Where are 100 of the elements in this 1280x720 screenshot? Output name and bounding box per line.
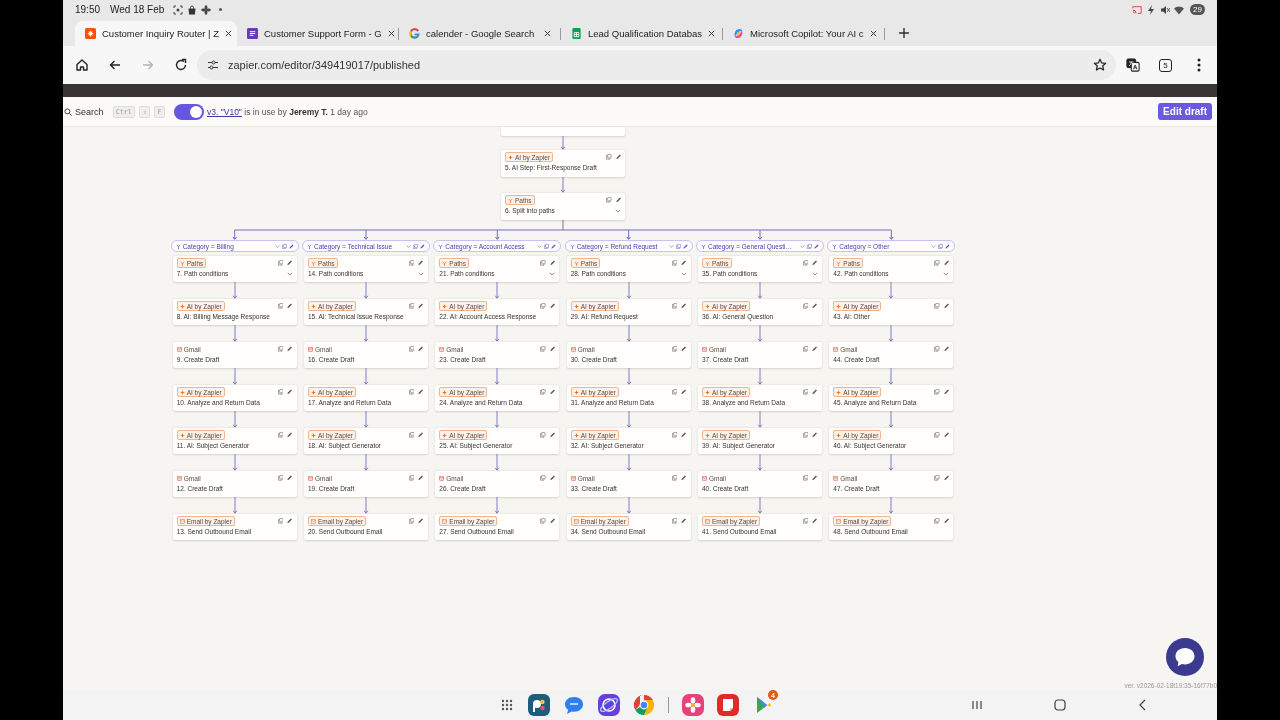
pencil-icon[interactable] xyxy=(812,475,818,481)
tab-count-button[interactable]: 5 xyxy=(1159,58,1172,72)
version-link[interactable]: v3. "V10" xyxy=(207,106,242,117)
pencil-icon[interactable] xyxy=(812,260,818,266)
close-icon[interactable] xyxy=(387,30,395,37)
pencil-icon[interactable] xyxy=(418,475,424,481)
app-tile-icon[interactable] xyxy=(528,694,550,716)
pencil-icon[interactable] xyxy=(812,303,818,309)
plus-icon[interactable] xyxy=(899,28,909,38)
pencil-icon[interactable] xyxy=(549,475,556,481)
pencil-icon[interactable] xyxy=(420,243,425,249)
circle-logo-icon[interactable] xyxy=(633,694,655,716)
connector-arrow xyxy=(756,282,763,299)
flower-icon[interactable] xyxy=(682,694,704,716)
pencil-icon[interactable] xyxy=(615,197,621,203)
connector-arrow xyxy=(560,136,566,150)
pencil-icon[interactable] xyxy=(549,303,556,309)
address-field[interactable]: zapier.com/editor/349419017/published xyxy=(197,50,1116,80)
star-icon[interactable] xyxy=(1093,58,1107,72)
search-icon[interactable] xyxy=(64,107,72,116)
note-icon[interactable] xyxy=(717,694,739,716)
pencil-icon[interactable] xyxy=(549,260,556,266)
edit-draft-button[interactable]: Edit draft xyxy=(1158,103,1212,120)
pencil-icon[interactable] xyxy=(287,303,293,309)
pencil-icon[interactable] xyxy=(945,243,951,249)
pencil-icon[interactable] xyxy=(681,303,687,309)
pencil-icon[interactable] xyxy=(418,260,424,266)
browser-tab[interactable]: Customer Inquiry Router | Z xyxy=(75,21,237,46)
pencil-icon[interactable] xyxy=(943,260,950,266)
pencil-icon[interactable] xyxy=(551,243,557,249)
reload-icon[interactable] xyxy=(173,58,188,72)
pencil-icon[interactable] xyxy=(287,475,293,481)
grid-icon[interactable] xyxy=(501,699,513,711)
pencil-icon[interactable] xyxy=(812,518,818,524)
pencil-icon[interactable] xyxy=(549,518,556,524)
pencil-icon[interactable] xyxy=(549,346,556,352)
pencil-icon[interactable] xyxy=(943,475,950,481)
pencil-icon[interactable] xyxy=(812,389,818,395)
browser-tab[interactable]: Customer Support Form - G xyxy=(237,21,399,46)
chevron-down-icon[interactable] xyxy=(418,271,424,276)
pencil-icon[interactable] xyxy=(288,243,294,249)
pencil-icon[interactable] xyxy=(682,243,688,249)
pencil-icon[interactable] xyxy=(615,154,621,160)
browser-tab[interactable]: Lead Qualification Databas xyxy=(561,21,723,46)
pencil-icon[interactable] xyxy=(418,389,424,395)
pencil-icon[interactable] xyxy=(813,243,819,249)
pencil-icon[interactable] xyxy=(943,432,950,438)
pencil-icon[interactable] xyxy=(418,346,424,352)
pencil-icon[interactable] xyxy=(943,346,950,352)
pencil-icon[interactable] xyxy=(549,432,556,438)
pencil-icon[interactable] xyxy=(943,518,950,524)
pencil-icon[interactable] xyxy=(287,260,293,266)
translate-icon[interactable] xyxy=(1125,58,1140,72)
pencil-icon[interactable] xyxy=(287,346,293,352)
pencil-icon[interactable] xyxy=(681,346,687,352)
browser-tab[interactable]: calender - Google Search xyxy=(399,21,561,46)
pencil-icon[interactable] xyxy=(681,475,687,481)
chat-button[interactable] xyxy=(1166,638,1204,676)
pencil-icon[interactable] xyxy=(681,389,687,395)
connector-arrow xyxy=(231,325,238,342)
pencil-icon[interactable] xyxy=(681,260,687,266)
step-node[interactable] xyxy=(501,127,625,136)
home-icon[interactable] xyxy=(74,58,89,72)
speech-bubble-icon[interactable] xyxy=(563,694,585,716)
chevron-down-icon[interactable] xyxy=(943,271,950,276)
browser-tab[interactable]: Microsoft Copilot: Your AI c xyxy=(723,21,885,46)
pencil-icon[interactable] xyxy=(681,432,687,438)
pencil-icon[interactable] xyxy=(943,389,950,395)
search-button[interactable]: Search xyxy=(75,106,104,117)
back-icon[interactable] xyxy=(107,58,122,72)
pencil-icon[interactable] xyxy=(418,303,424,309)
chevron-down-icon[interactable] xyxy=(680,271,687,276)
pencil-icon[interactable] xyxy=(418,518,424,524)
pencil-icon[interactable] xyxy=(287,518,293,524)
pencil-icon[interactable] xyxy=(287,389,293,395)
tune-icon[interactable] xyxy=(207,59,219,71)
chevron-down-icon[interactable] xyxy=(286,271,293,276)
home-icon[interactable] xyxy=(1053,698,1067,712)
chevron-down-icon[interactable] xyxy=(549,271,556,276)
pencil-icon[interactable] xyxy=(418,432,424,438)
close-icon[interactable] xyxy=(869,30,877,37)
chevron-down-icon[interactable] xyxy=(811,271,818,276)
recents-icon[interactable] xyxy=(970,698,984,712)
pencil-icon[interactable] xyxy=(812,346,818,352)
close-icon[interactable] xyxy=(708,30,716,37)
connector-arrow xyxy=(494,497,501,514)
version-toggle[interactable] xyxy=(174,103,205,120)
close-icon[interactable] xyxy=(225,30,233,37)
pencil-icon[interactable] xyxy=(943,303,950,309)
connector-arrow xyxy=(363,325,369,342)
planet-icon[interactable] xyxy=(598,694,620,716)
pencil-icon[interactable] xyxy=(287,432,293,438)
chevron-down-icon[interactable] xyxy=(615,208,621,213)
pencil-icon[interactable] xyxy=(681,518,687,524)
sparkle-icon xyxy=(311,432,316,438)
sparkle-icon xyxy=(836,389,842,395)
close-icon[interactable] xyxy=(544,30,551,37)
pencil-icon[interactable] xyxy=(549,389,556,395)
more-icon[interactable] xyxy=(1196,58,1201,72)
pencil-icon[interactable] xyxy=(812,432,818,438)
